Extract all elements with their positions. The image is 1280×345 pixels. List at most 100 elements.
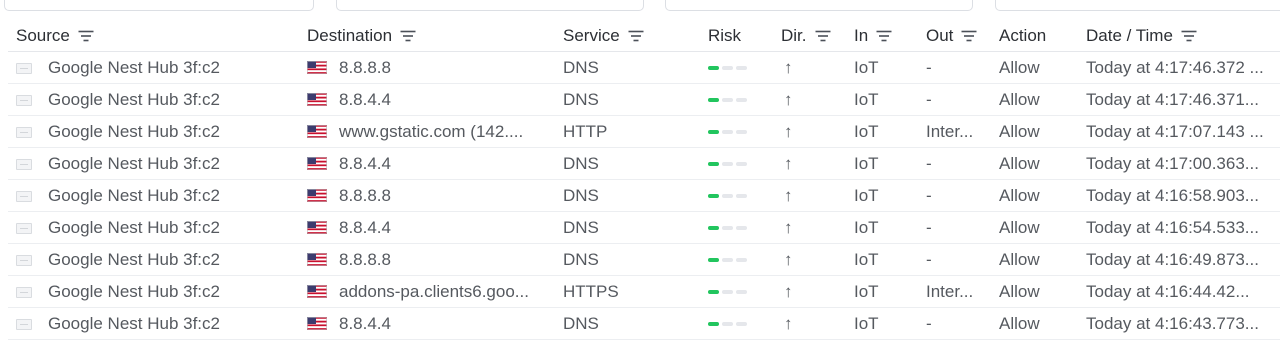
device-icon: [16, 318, 32, 330]
risk-segment: [708, 194, 719, 199]
destination-cell[interactable]: addons-pa.clients6.goo...: [299, 275, 555, 308]
service-cell: DNS: [555, 243, 700, 276]
column-label: Dir.: [781, 26, 807, 45]
service-cell: DNS: [555, 83, 700, 116]
service-cell: DNS: [555, 307, 700, 340]
source-cell[interactable]: Google Nest Hub 3f:c2: [8, 211, 299, 244]
destination-cell[interactable]: 8.8.8.8: [299, 179, 555, 212]
filter-field-3[interactable]: [665, 0, 973, 11]
filter-lines-icon[interactable]: [628, 30, 644, 42]
table-row[interactable]: Google Nest Hub 3f:c2 8.8.8.8 DNS ↑ IoT - Allo…: [8, 179, 1280, 212]
filter-field-1[interactable]: [4, 0, 314, 11]
table-row[interactable]: Google Nest Hub 3f:c2 8.8.4.4 DNS ↑ IoT - Allo…: [8, 83, 1280, 116]
source-cell[interactable]: Google Nest Hub 3f:c2: [8, 179, 299, 212]
source-cell[interactable]: Google Nest Hub 3f:c2: [8, 243, 299, 276]
risk-segment: [722, 98, 733, 103]
risk-meter: [708, 258, 747, 263]
source-name: Google Nest Hub 3f:c2: [48, 281, 220, 301]
risk-segment: [736, 130, 747, 135]
arrow-up-icon: ↑: [784, 89, 793, 109]
risk-segment: [736, 66, 747, 71]
column-header-action[interactable]: Action: [991, 21, 1078, 52]
column-header-destination[interactable]: Destination: [299, 21, 555, 52]
column-header-source[interactable]: Source: [8, 21, 299, 52]
table-row[interactable]: Google Nest Hub 3f:c2 www.gstatic.com (14…: [8, 115, 1280, 148]
destination-cell[interactable]: 8.8.4.4: [299, 147, 555, 180]
destination-cell[interactable]: www.gstatic.com (142....: [299, 115, 555, 148]
source-cell[interactable]: Google Nest Hub 3f:c2: [8, 307, 299, 340]
filter-lines-icon[interactable]: [400, 30, 416, 42]
arrow-up-icon: ↑: [784, 57, 793, 77]
action-cell: Allow: [991, 275, 1078, 308]
source-cell[interactable]: Google Nest Hub 3f:c2: [8, 51, 299, 84]
action-cell: Allow: [991, 211, 1078, 244]
risk-segment: [708, 322, 719, 327]
source-cell[interactable]: Google Nest Hub 3f:c2: [8, 275, 299, 308]
service-cell: HTTP: [555, 115, 700, 148]
direction-cell: ↑: [773, 83, 846, 116]
table-row[interactable]: Google Nest Hub 3f:c2 8.8.8.8 DNS ↑ IoT - Allo…: [8, 243, 1280, 276]
risk-meter: [708, 322, 747, 327]
action-cell: Allow: [991, 115, 1078, 148]
filter-lines-icon[interactable]: [815, 30, 831, 42]
filter-lines-icon[interactable]: [78, 30, 94, 42]
source-cell[interactable]: Google Nest Hub 3f:c2: [8, 147, 299, 180]
in-network-cell: IoT: [846, 243, 918, 276]
risk-cell: [700, 211, 773, 244]
us-flag-icon: [307, 219, 327, 234]
device-icon: [16, 126, 32, 138]
risk-meter: [708, 194, 747, 199]
filter-field-4[interactable]: [995, 0, 1280, 11]
destination-text: 8.8.4.4: [339, 313, 391, 333]
risk-cell: [700, 275, 773, 308]
column-header-dir[interactable]: Dir.: [773, 21, 846, 52]
datetime-cell: Today at 4:17:07.143 ...: [1078, 115, 1280, 148]
table-row[interactable]: Google Nest Hub 3f:c2 8.8.4.4 DNS ↑ IoT - Allo…: [8, 147, 1280, 180]
source-cell[interactable]: Google Nest Hub 3f:c2: [8, 115, 299, 148]
device-icon: [16, 62, 32, 74]
out-network-cell: -: [918, 211, 991, 244]
destination-text: addons-pa.clients6.goo...: [339, 281, 529, 301]
filter-lines-icon[interactable]: [1181, 30, 1197, 42]
filter-field-2[interactable]: [336, 0, 644, 11]
in-network-cell: IoT: [846, 51, 918, 84]
destination-cell[interactable]: 8.8.8.8: [299, 51, 555, 84]
destination-text: 8.8.8.8: [339, 185, 391, 205]
arrow-up-icon: ↑: [784, 185, 793, 205]
column-header-risk[interactable]: Risk: [700, 21, 773, 52]
service-cell: HTTPS: [555, 275, 700, 308]
datetime-cell: Today at 4:16:44.42...: [1078, 275, 1280, 308]
table-row[interactable]: Google Nest Hub 3f:c2 8.8.4.4 DNS ↑ IoT - Allo…: [8, 307, 1280, 340]
risk-segment: [722, 226, 733, 231]
filter-lines-icon[interactable]: [961, 30, 977, 42]
column-label: Service: [563, 26, 620, 45]
risk-segment: [722, 194, 733, 199]
column-header-datetime[interactable]: Date / Time: [1078, 21, 1280, 52]
table-row[interactable]: Google Nest Hub 3f:c2 8.8.4.4 DNS ↑ IoT - Allo…: [8, 211, 1280, 244]
destination-cell[interactable]: 8.8.4.4: [299, 83, 555, 116]
arrow-up-icon: ↑: [784, 217, 793, 237]
destination-cell[interactable]: 8.8.8.8: [299, 243, 555, 276]
destination-cell[interactable]: 8.8.4.4: [299, 307, 555, 340]
action-cell: Allow: [991, 179, 1078, 212]
destination-cell[interactable]: 8.8.4.4: [299, 211, 555, 244]
datetime-cell: Today at 4:17:00.363...: [1078, 147, 1280, 180]
arrow-up-icon: ↑: [784, 249, 793, 269]
table-body: Google Nest Hub 3f:c2 8.8.8.8 DNS ↑ IoT - Allo…: [8, 51, 1280, 340]
device-icon: [16, 158, 32, 170]
filter-bar: [0, 0, 1280, 12]
datetime-cell: Today at 4:16:58.903...: [1078, 179, 1280, 212]
column-header-out[interactable]: Out: [918, 21, 991, 52]
out-network-cell: -: [918, 51, 991, 84]
action-cell: Allow: [991, 147, 1078, 180]
column-header-in[interactable]: In: [846, 21, 918, 52]
source-cell[interactable]: Google Nest Hub 3f:c2: [8, 83, 299, 116]
filter-lines-icon[interactable]: [876, 30, 892, 42]
column-header-service[interactable]: Service: [555, 21, 700, 52]
table-row[interactable]: Google Nest Hub 3f:c2 8.8.8.8 DNS ↑ IoT - Allo…: [8, 51, 1280, 84]
arrow-up-icon: ↑: [784, 153, 793, 173]
column-label: Source: [16, 26, 70, 45]
source-name: Google Nest Hub 3f:c2: [48, 153, 220, 173]
risk-segment: [722, 66, 733, 71]
table-row[interactable]: Google Nest Hub 3f:c2 addons-pa.clients6.…: [8, 275, 1280, 308]
